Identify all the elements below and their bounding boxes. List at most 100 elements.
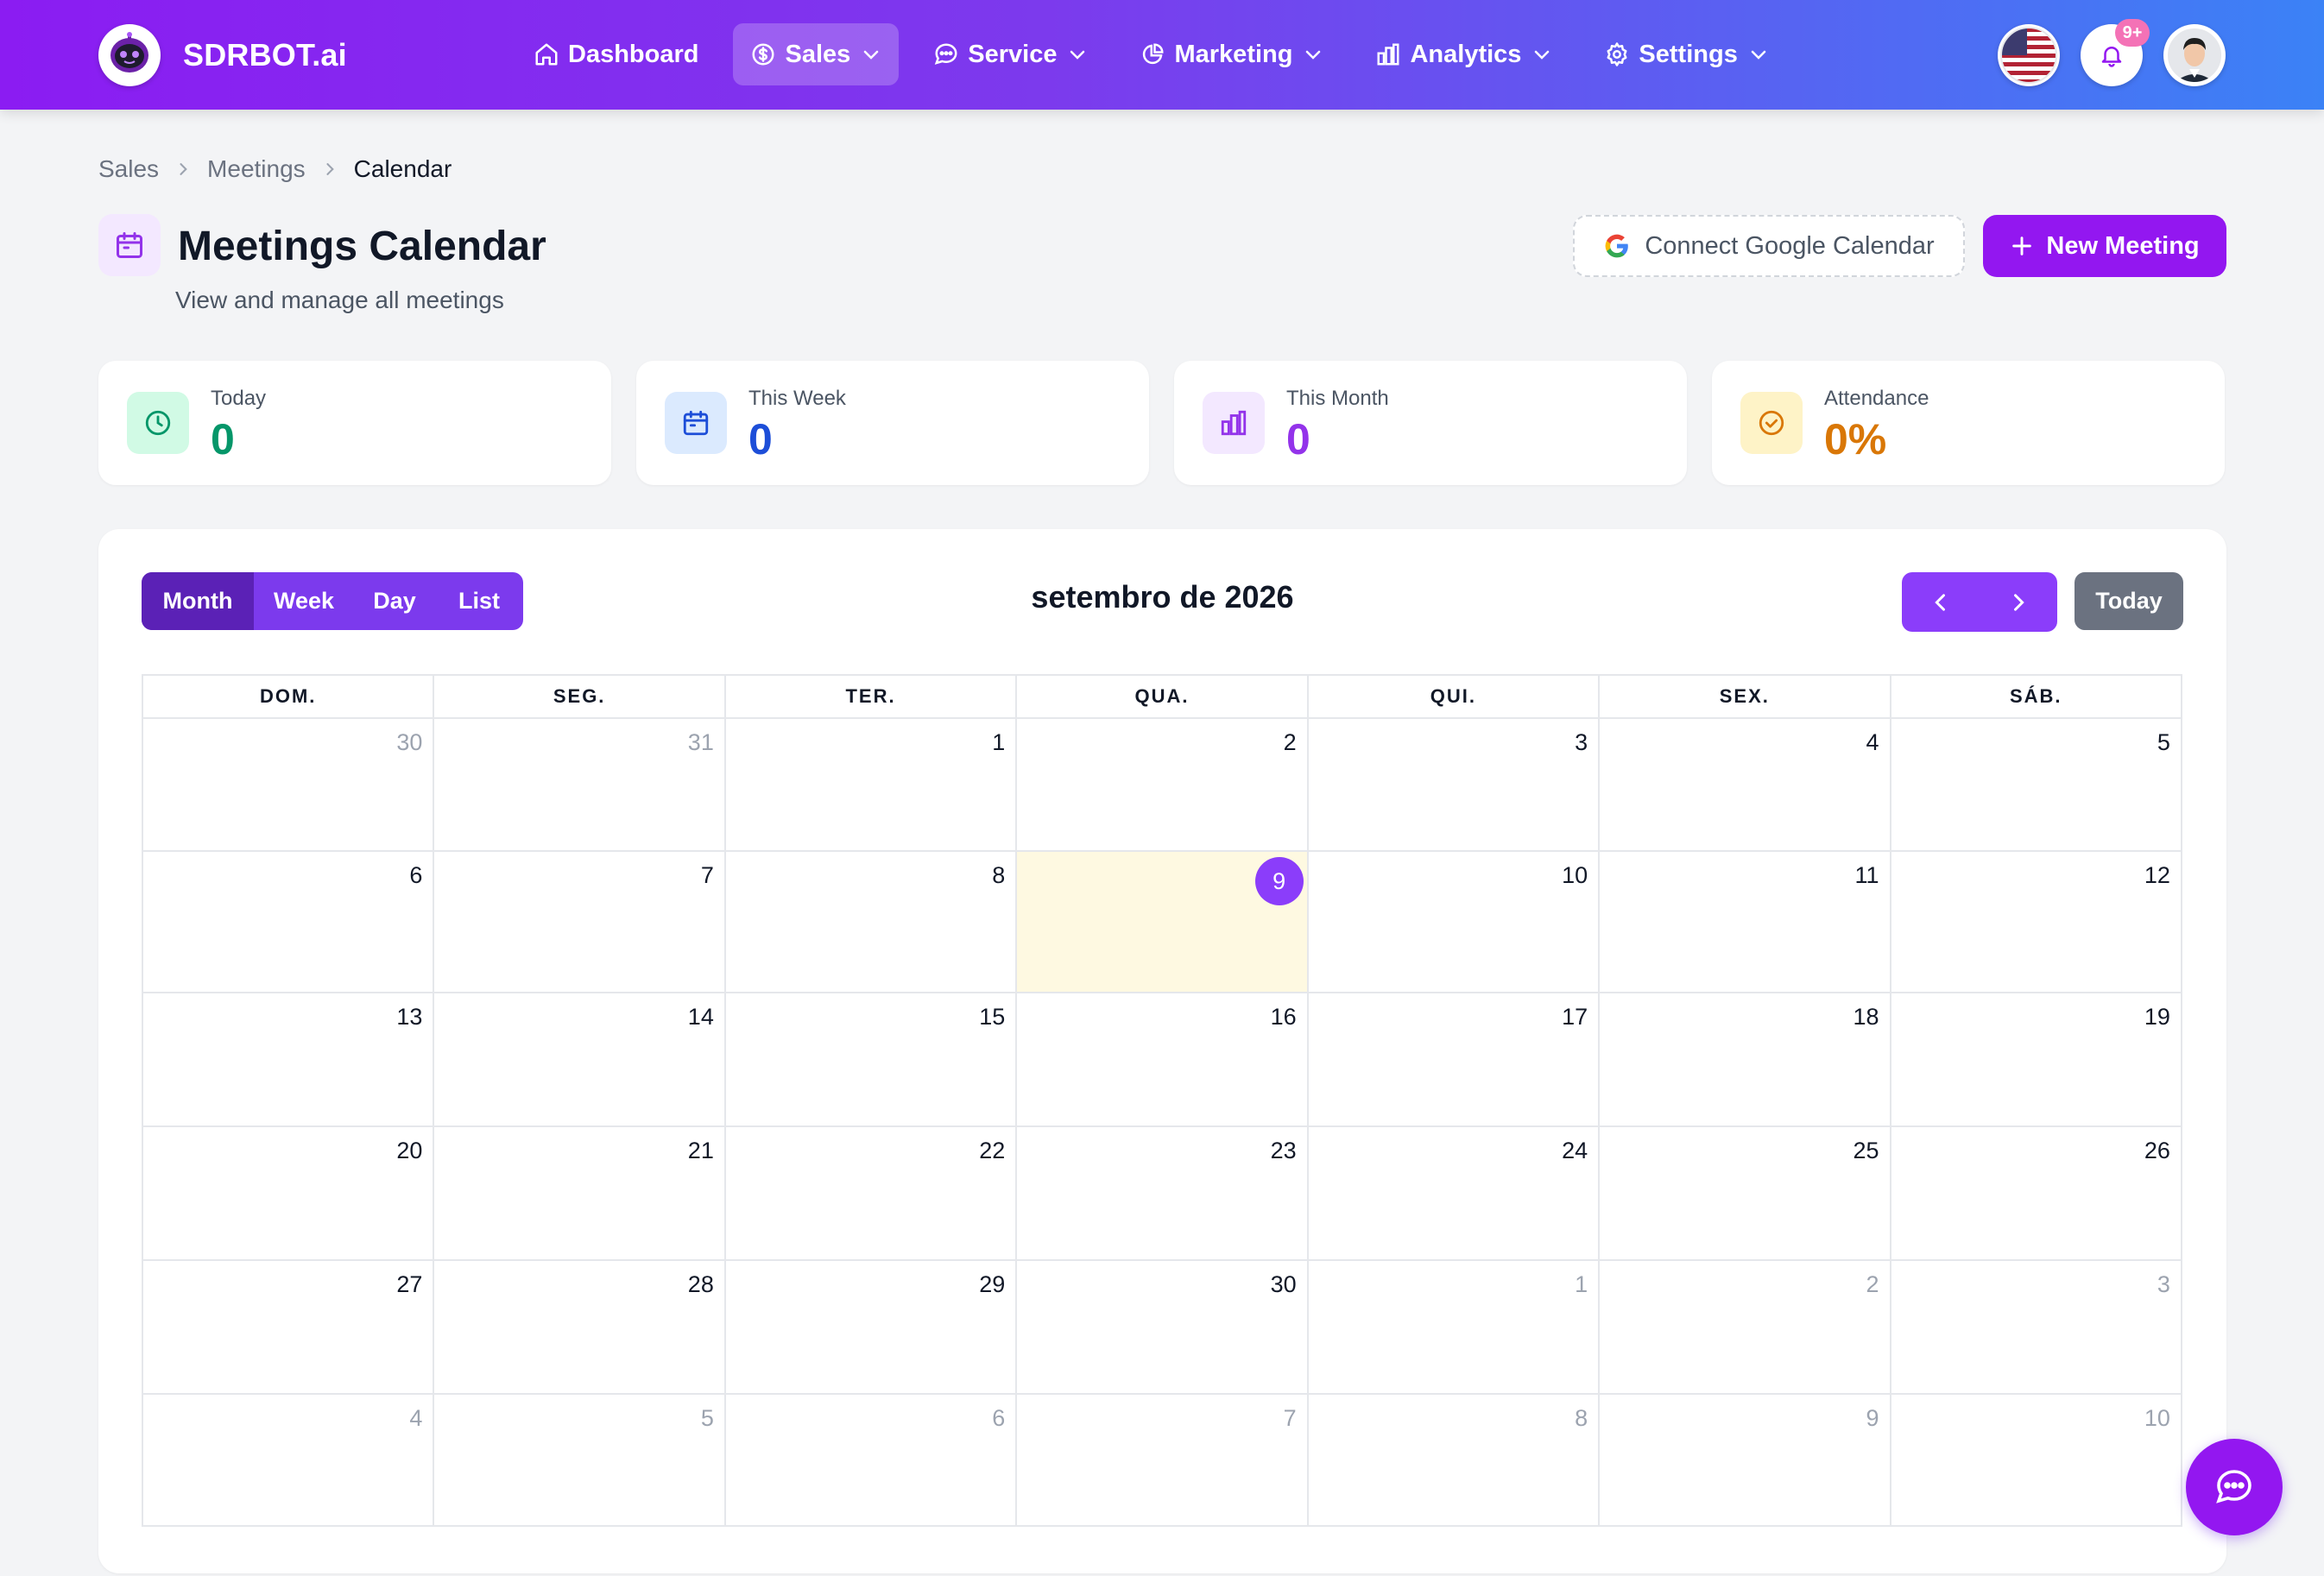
day-cell[interactable]: 11 — [1600, 852, 1891, 993]
day-number[interactable]: 6 — [409, 862, 422, 889]
day-cell[interactable]: 24 — [1308, 1127, 1601, 1261]
day-cell[interactable]: 1 — [1308, 1261, 1601, 1395]
day-number[interactable]: 29 — [979, 1271, 1005, 1298]
day-number[interactable]: 8 — [992, 862, 1005, 889]
day-cell[interactable]: 6 — [143, 852, 435, 993]
day-number[interactable]: 21 — [688, 1138, 714, 1164]
day-number[interactable]: 14 — [688, 1004, 714, 1031]
day-number[interactable]: 17 — [1562, 1004, 1588, 1031]
day-number[interactable]: 27 — [396, 1271, 422, 1298]
day-number[interactable]: 4 — [1866, 729, 1879, 756]
day-number[interactable]: 5 — [2157, 729, 2170, 756]
day-number[interactable]: 8 — [1575, 1405, 1588, 1432]
day-cell[interactable]: 30 — [143, 719, 435, 852]
day-cell[interactable]: 8 — [725, 852, 1018, 993]
day-number[interactable]: 5 — [701, 1405, 714, 1432]
today-button[interactable]: Today — [2075, 572, 2183, 630]
day-number[interactable]: 1 — [1575, 1271, 1588, 1298]
day-cell[interactable]: 18 — [1600, 993, 1891, 1127]
day-cell[interactable]: 21 — [434, 1127, 726, 1261]
day-number[interactable]: 2 — [1284, 729, 1297, 756]
day-number[interactable]: 10 — [2144, 1405, 2170, 1432]
nav-item-settings[interactable]: Settings — [1587, 23, 1785, 85]
day-cell[interactable]: 8 — [1308, 1395, 1601, 1527]
day-cell[interactable]: 28 — [434, 1261, 726, 1395]
day-cell[interactable]: 5 — [1891, 719, 2182, 852]
day-number[interactable]: 1 — [992, 729, 1005, 756]
view-list-button[interactable]: List — [435, 572, 523, 630]
nav-item-analytics[interactable]: Analytics — [1358, 23, 1569, 85]
day-number[interactable]: 9 — [1254, 857, 1304, 905]
day-cell[interactable]: 10 — [1891, 1395, 2182, 1527]
day-number[interactable]: 7 — [701, 862, 714, 889]
day-cell[interactable]: 7 — [434, 852, 726, 993]
day-number[interactable]: 2 — [1866, 1271, 1879, 1298]
day-cell[interactable]: 25 — [1600, 1127, 1891, 1261]
day-number[interactable]: 19 — [2144, 1004, 2170, 1031]
day-cell[interactable]: 29 — [725, 1261, 1018, 1395]
day-cell[interactable]: 16 — [1017, 993, 1309, 1127]
day-number[interactable]: 20 — [396, 1138, 422, 1164]
day-cell[interactable]: 2 — [1017, 719, 1309, 852]
day-number[interactable]: 4 — [409, 1405, 422, 1432]
day-number[interactable]: 26 — [2144, 1138, 2170, 1164]
day-cell[interactable]: 4 — [1600, 719, 1891, 852]
day-cell[interactable]: 2 — [1600, 1261, 1891, 1395]
day-number[interactable]: 10 — [1562, 862, 1588, 889]
day-cell[interactable]: 14 — [434, 993, 726, 1127]
user-avatar[interactable] — [2163, 24, 2226, 86]
day-cell-today[interactable]: 9 — [1017, 852, 1309, 993]
day-cell[interactable]: 26 — [1891, 1127, 2182, 1261]
day-number[interactable]: 30 — [1271, 1271, 1297, 1298]
view-day-button[interactable]: Day — [354, 572, 435, 630]
day-cell[interactable]: 19 — [1891, 993, 2182, 1127]
day-cell[interactable]: 30 — [1017, 1261, 1309, 1395]
new-meeting-button[interactable]: New Meeting — [1983, 215, 2226, 277]
nav-item-sales[interactable]: Sales — [733, 23, 900, 85]
day-number[interactable]: 11 — [1855, 862, 1879, 889]
brand[interactable]: SDRBOT.ai — [98, 24, 347, 86]
notifications-button[interactable]: 9+ — [2081, 19, 2150, 86]
day-number[interactable]: 31 — [688, 729, 714, 756]
day-number[interactable]: 25 — [1853, 1138, 1879, 1164]
day-number[interactable]: 23 — [1271, 1138, 1297, 1164]
day-cell[interactable]: 10 — [1308, 852, 1601, 993]
day-cell[interactable]: 31 — [434, 719, 726, 852]
day-cell[interactable]: 1 — [725, 719, 1018, 852]
breadcrumb-item-meetings[interactable]: Meetings — [207, 155, 306, 183]
breadcrumb-item-sales[interactable]: Sales — [98, 155, 159, 183]
day-cell[interactable]: 13 — [143, 993, 435, 1127]
day-number[interactable]: 18 — [1853, 1004, 1879, 1031]
prev-month-button[interactable] — [1902, 572, 1980, 632]
day-cell[interactable]: 9 — [1600, 1395, 1891, 1527]
day-cell[interactable]: 12 — [1891, 852, 2182, 993]
day-cell[interactable]: 3 — [1308, 719, 1601, 852]
day-number[interactable]: 3 — [1575, 729, 1588, 756]
day-number[interactable]: 9 — [1866, 1405, 1879, 1432]
connect-google-calendar-button[interactable]: Connect Google Calendar — [1573, 215, 1965, 277]
day-number[interactable]: 3 — [2157, 1271, 2170, 1298]
next-month-button[interactable] — [1980, 572, 2057, 632]
nav-item-service[interactable]: Service — [916, 23, 1105, 85]
day-number[interactable]: 12 — [2144, 862, 2170, 889]
day-number[interactable]: 7 — [1284, 1405, 1297, 1432]
day-cell[interactable]: 27 — [143, 1261, 435, 1395]
nav-item-dashboard[interactable]: Dashboard — [516, 23, 716, 85]
nav-item-marketing[interactable]: Marketing — [1122, 23, 1341, 85]
day-cell[interactable]: 5 — [434, 1395, 726, 1527]
day-cell[interactable]: 17 — [1308, 993, 1601, 1127]
day-number[interactable]: 30 — [396, 729, 422, 756]
day-number[interactable]: 15 — [979, 1004, 1005, 1031]
language-selector[interactable] — [1998, 24, 2060, 86]
day-number[interactable]: 24 — [1562, 1138, 1588, 1164]
view-week-button[interactable]: Week — [254, 572, 354, 630]
day-cell[interactable]: 22 — [725, 1127, 1018, 1261]
day-number[interactable]: 16 — [1271, 1004, 1297, 1031]
day-number[interactable]: 6 — [992, 1405, 1005, 1432]
day-cell[interactable]: 20 — [143, 1127, 435, 1261]
day-cell[interactable]: 7 — [1017, 1395, 1309, 1527]
day-number[interactable]: 13 — [396, 1004, 422, 1031]
day-cell[interactable]: 15 — [725, 993, 1018, 1127]
chat-support-button[interactable] — [2186, 1439, 2283, 1535]
day-cell[interactable]: 23 — [1017, 1127, 1309, 1261]
